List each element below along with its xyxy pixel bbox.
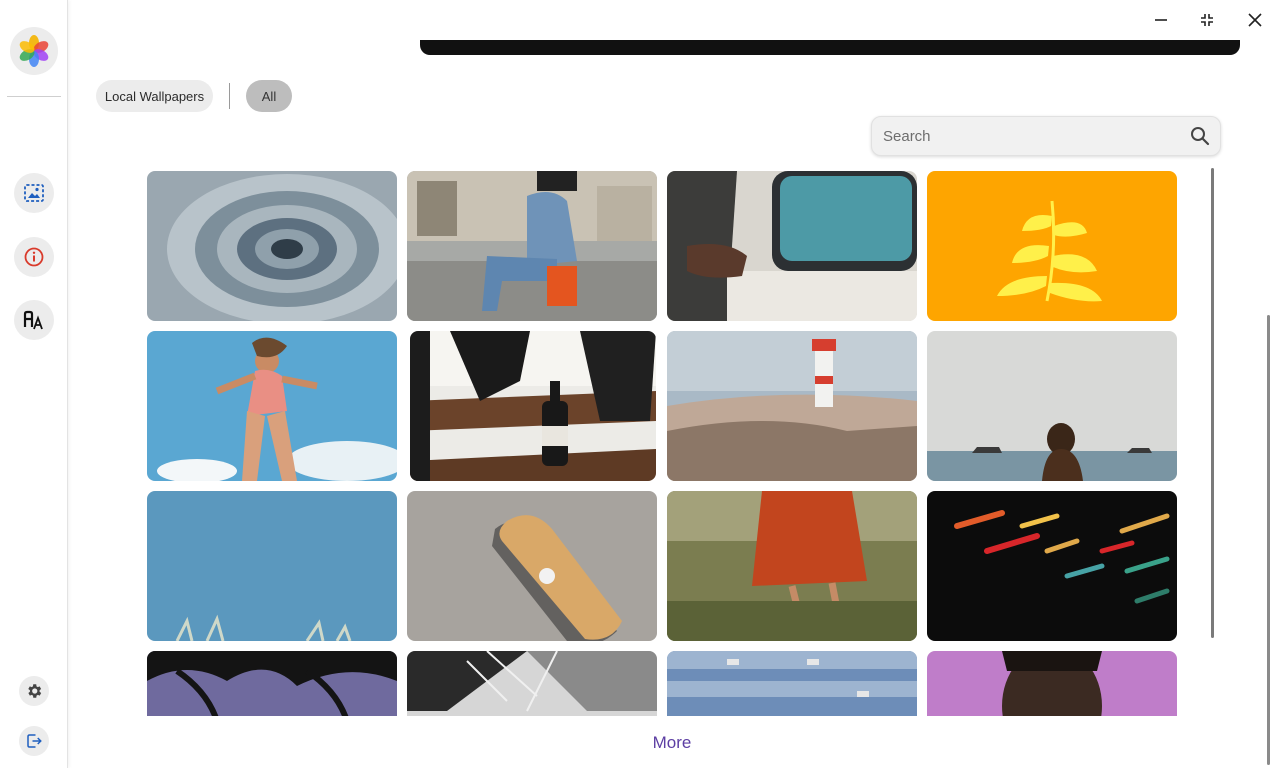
sidebar-item-info[interactable] [14, 237, 54, 277]
wallpaper-tile-moon-sky[interactable] [147, 491, 397, 641]
sidebar-item-fonts[interactable] [14, 300, 54, 340]
logout-button[interactable] [19, 726, 49, 756]
wallpaper-image [667, 651, 917, 716]
wallpaper-tile-stadium-seats[interactable] [667, 651, 917, 716]
app-logo[interactable] [10, 27, 58, 75]
filter-separator [229, 83, 230, 109]
more-button[interactable]: More [640, 730, 704, 756]
wallpaper-tile-palm-trees[interactable] [147, 651, 397, 716]
filter-all[interactable]: All [246, 80, 292, 112]
logout-icon [27, 734, 42, 748]
wallpaper-image [667, 171, 917, 321]
banner-preview [420, 40, 1240, 55]
wallpaper-tile-shoes-stairs[interactable] [410, 331, 656, 481]
wallpaper-grid [147, 171, 1177, 716]
wallpaper-image [147, 171, 397, 321]
search-icon [1191, 127, 1210, 146]
wallpaper-image [927, 651, 1177, 716]
settings-button[interactable] [19, 676, 49, 706]
wallpaper-image [667, 331, 917, 481]
photos-flower-logo-icon [19, 35, 49, 67]
wallpaper-tile-portrait-purple[interactable] [927, 651, 1177, 716]
wallpaper-image [407, 491, 657, 641]
wallpaper-icon [24, 184, 44, 202]
close-icon [1248, 13, 1262, 27]
wallpaper-image [410, 331, 656, 481]
sidebar [0, 0, 68, 768]
wallpaper-tile-denim-street[interactable] [407, 171, 657, 321]
wallpaper-image [667, 491, 917, 641]
wallpaper-tile-red-skirt[interactable] [667, 491, 917, 641]
wallpaper-tile-woman-sea[interactable] [927, 331, 1177, 481]
wallpaper-image [407, 171, 657, 321]
wallpaper-tile-skateboard[interactable] [407, 491, 657, 641]
filter-local-wallpapers[interactable]: Local Wallpapers [96, 80, 213, 112]
search-button[interactable] [1180, 117, 1220, 155]
wallpaper-tile-light-streaks[interactable] [927, 491, 1177, 641]
wallpaper-tile-spiral-staircase[interactable] [147, 171, 397, 321]
restore-button[interactable] [1193, 6, 1221, 34]
info-icon [24, 247, 44, 267]
page-scrollbar[interactable] [1267, 315, 1270, 765]
wallpaper-tile-yellow-plant[interactable] [927, 171, 1177, 321]
font-icon [23, 310, 43, 330]
gear-icon [28, 684, 42, 698]
wallpaper-image [927, 491, 1177, 641]
wallpaper-image [927, 171, 1177, 321]
search-box [871, 116, 1221, 156]
restore-icon [1201, 14, 1213, 26]
wallpaper-image [147, 651, 397, 716]
wallpaper-tile-train-window[interactable] [667, 171, 917, 321]
gallery-scrollbar[interactable] [1211, 168, 1214, 638]
wallpaper-tile-bw-building[interactable] [407, 651, 657, 716]
minimize-button[interactable] [1147, 6, 1175, 34]
wallpaper-image [407, 651, 657, 716]
sidebar-item-wallpapers[interactable] [14, 173, 54, 213]
minimize-icon [1155, 19, 1167, 21]
search-input[interactable] [872, 117, 1180, 155]
close-button[interactable] [1241, 6, 1269, 34]
sidebar-divider [7, 96, 61, 97]
wallpaper-image [927, 331, 1177, 481]
wallpaper-image [147, 491, 397, 641]
wallpaper-tile-woman-jumping[interactable] [147, 331, 397, 481]
wallpaper-image [147, 331, 397, 481]
wallpaper-tile-lighthouse[interactable] [667, 331, 917, 481]
wallpaper-app: Local Wallpapers All Search More [0, 0, 1280, 768]
